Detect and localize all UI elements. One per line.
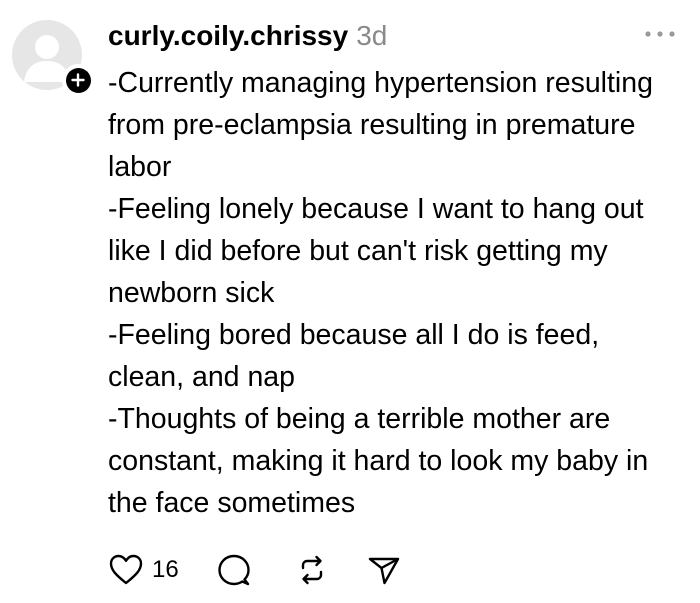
post-body-line: -Thoughts of being a terrible mother are [108, 403, 611, 435]
like-button[interactable]: 16 [108, 550, 179, 590]
avatar-container [12, 20, 94, 96]
post-body-line: -Currently managing hypertension resulti… [108, 67, 653, 99]
repost-icon [301, 555, 322, 585]
post-body-line: newborn sick [108, 277, 275, 309]
post-body: -Currently managing hypertension resulti… [108, 62, 688, 524]
like-count: 16 [152, 556, 179, 583]
post-body-line: constant, making it hard to look my baby… [108, 445, 649, 477]
post-body-line: the face sometimes [108, 487, 356, 519]
heart-icon [109, 554, 143, 585]
plus-icon [71, 73, 85, 87]
more-options-button[interactable] [638, 22, 682, 46]
post-header: curly.coily.chrissy 3d [108, 14, 387, 58]
share-button[interactable] [367, 550, 401, 590]
send-icon [368, 557, 399, 585]
action-bar: 16 [108, 550, 401, 590]
username[interactable]: curly.coily.chrissy [108, 20, 348, 52]
follow-button[interactable] [62, 64, 94, 96]
post-body-line: -Feeling bored because all I do is feed, [108, 319, 600, 351]
timestamp[interactable]: 3d [356, 20, 387, 52]
post-body-line: like I did before but can't risk getting… [108, 235, 608, 267]
thread-post: curly.coily.chrissy 3d -Currently managi… [0, 0, 700, 603]
post-body-line: clean, and nap [108, 361, 295, 393]
more-horizontal-icon [645, 31, 675, 37]
reply-button[interactable] [217, 550, 251, 590]
post-body-line: labor [108, 151, 172, 183]
repost-button[interactable] [295, 550, 329, 590]
comment-icon [218, 554, 250, 586]
post-body-line: from pre-eclampsia resulting in prematur… [108, 109, 636, 141]
post-body-line: -Feeling lonely because I want to hang o… [108, 193, 644, 225]
